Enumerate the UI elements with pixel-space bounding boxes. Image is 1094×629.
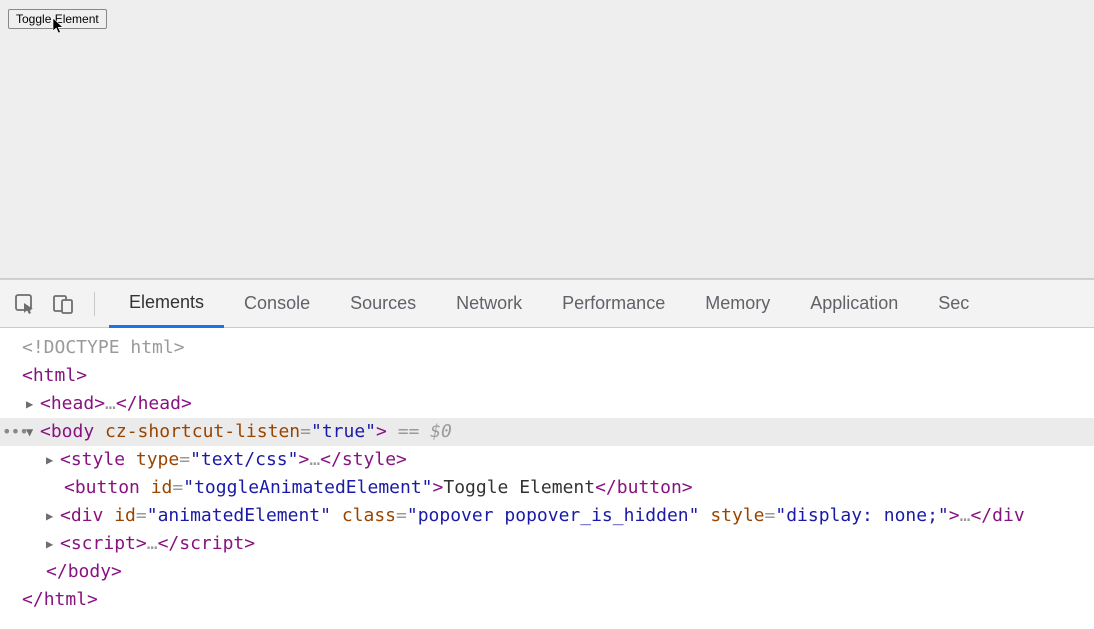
page-viewport: Toggle Element bbox=[0, 0, 1094, 279]
tab-security[interactable]: Sec bbox=[918, 280, 989, 327]
tab-elements[interactable]: Elements bbox=[109, 280, 224, 328]
dom-node-html-close[interactable]: </html> bbox=[0, 586, 1094, 614]
dom-node-animated-div[interactable]: ▶<div id="animatedElement" class="popove… bbox=[0, 502, 1094, 530]
dom-node-head[interactable]: ▶<head>…</head> bbox=[0, 390, 1094, 418]
devtools-tabs: Elements Console Sources Network Perform… bbox=[109, 280, 989, 327]
tab-application[interactable]: Application bbox=[790, 280, 918, 327]
expand-arrow-icon[interactable]: ▶ bbox=[46, 446, 60, 474]
devtools-toolbar: Elements Console Sources Network Perform… bbox=[0, 280, 1094, 328]
device-toolbar-icon[interactable] bbox=[50, 291, 76, 317]
dom-node-body[interactable]: ••• ▼<body cz-shortcut-listen="true"> ==… bbox=[0, 418, 1094, 446]
doctype-text: <!DOCTYPE html> bbox=[22, 337, 185, 358]
toolbar-divider bbox=[94, 292, 95, 316]
collapse-arrow-icon[interactable]: ▼ bbox=[26, 418, 40, 446]
tab-console[interactable]: Console bbox=[224, 280, 330, 327]
expand-arrow-icon[interactable]: ▶ bbox=[46, 530, 60, 558]
dom-node-doctype[interactable]: <!DOCTYPE html> bbox=[0, 334, 1094, 362]
toggle-element-button[interactable]: Toggle Element bbox=[8, 9, 107, 29]
overflow-dots-icon[interactable]: ••• bbox=[2, 418, 28, 446]
dom-node-script[interactable]: ▶<script>…</script> bbox=[0, 530, 1094, 558]
tab-memory[interactable]: Memory bbox=[685, 280, 790, 327]
tab-performance[interactable]: Performance bbox=[542, 280, 685, 327]
dom-node-body-close[interactable]: </body> bbox=[0, 558, 1094, 586]
tab-network[interactable]: Network bbox=[436, 280, 542, 327]
expand-arrow-icon[interactable]: ▶ bbox=[26, 390, 40, 418]
dom-node-style[interactable]: ▶<style type="text/css">…</style> bbox=[0, 446, 1094, 474]
inspect-element-icon[interactable] bbox=[12, 291, 38, 317]
dom-node-button[interactable]: <button id="toggleAnimatedElement">Toggl… bbox=[0, 474, 1094, 502]
dom-node-html-open[interactable]: <html> bbox=[0, 362, 1094, 390]
elements-panel[interactable]: <!DOCTYPE html> <html> ▶<head>…</head> •… bbox=[0, 328, 1094, 629]
tab-sources[interactable]: Sources bbox=[330, 280, 436, 327]
expand-arrow-icon[interactable]: ▶ bbox=[46, 502, 60, 530]
devtools: Elements Console Sources Network Perform… bbox=[0, 279, 1094, 629]
